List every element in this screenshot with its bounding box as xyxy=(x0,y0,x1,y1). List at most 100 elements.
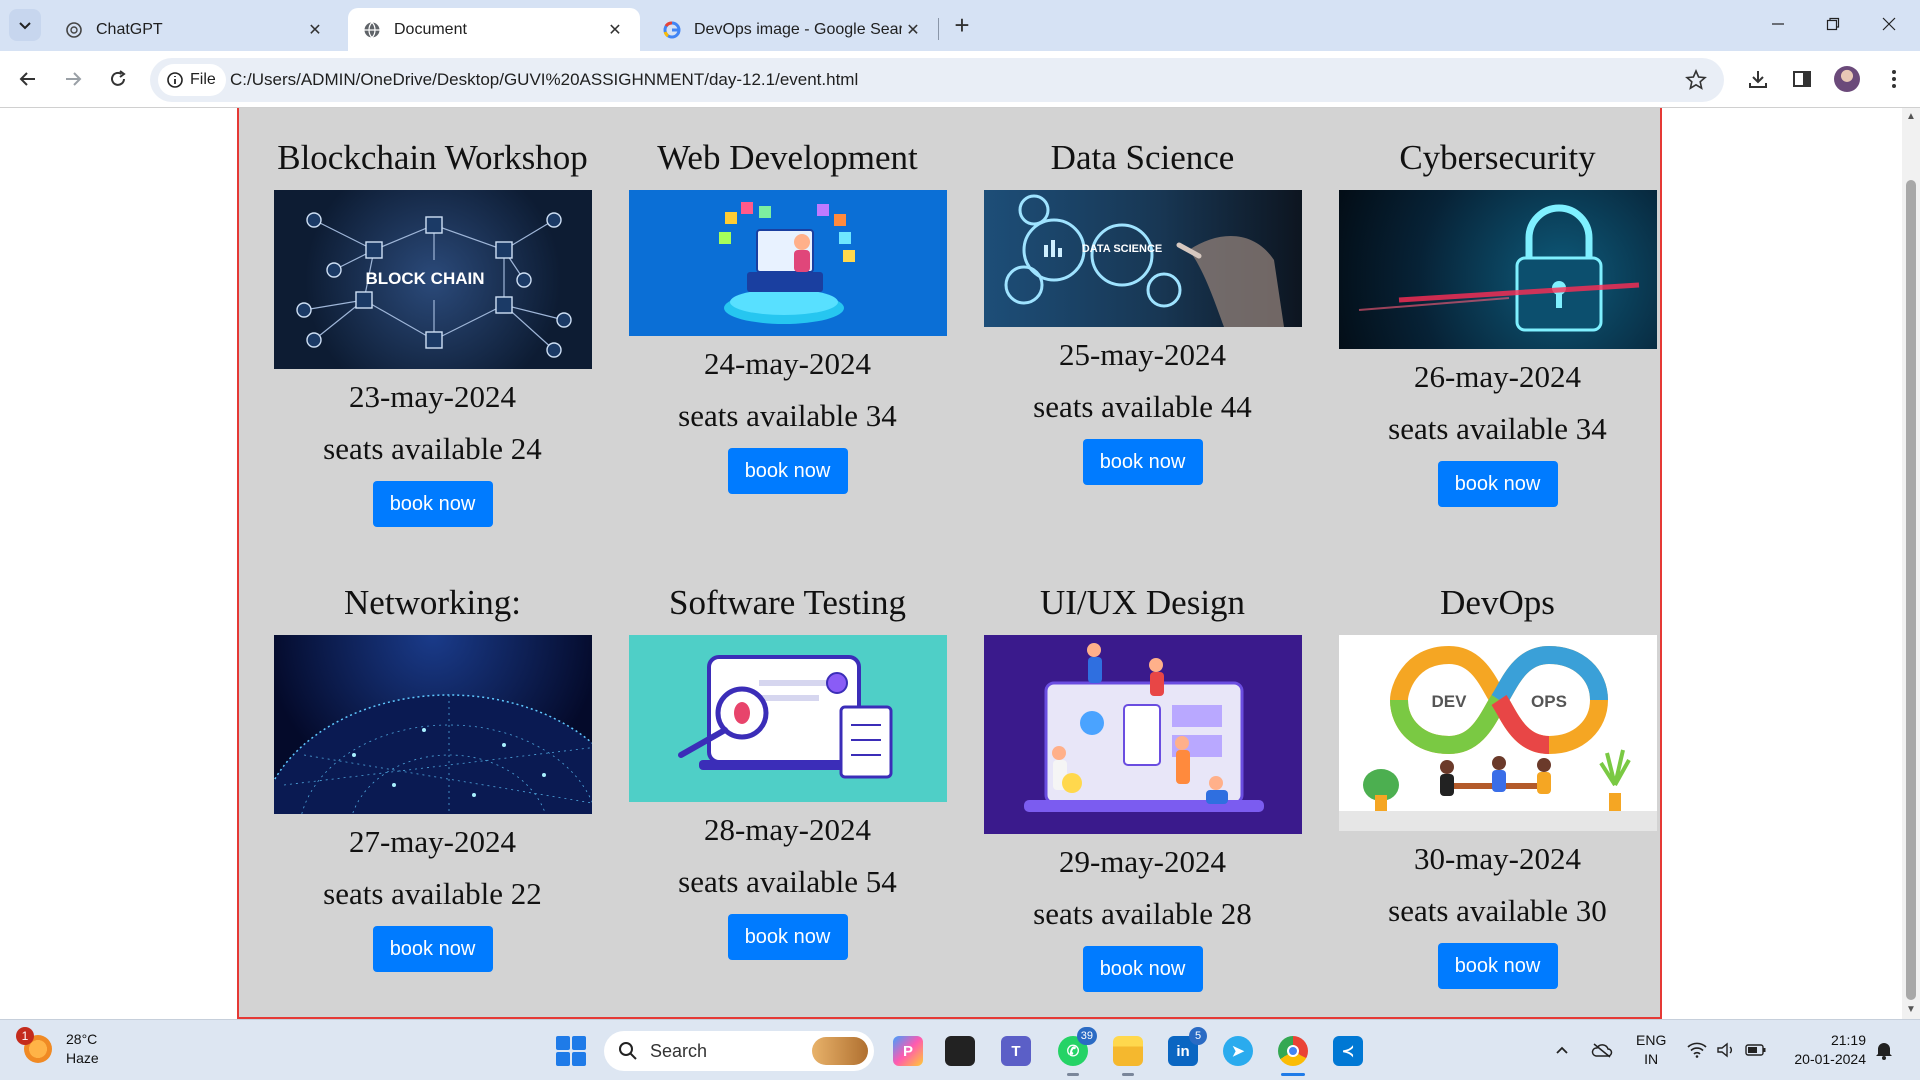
reload-button[interactable] xyxy=(100,61,136,97)
page-scrollbar[interactable]: ▲ ▼ xyxy=(1902,108,1920,1019)
book-now-button[interactable]: book now xyxy=(372,481,493,527)
windows-start-icon[interactable] xyxy=(556,1036,586,1066)
forward-button[interactable] xyxy=(55,61,91,97)
onedrive-icon[interactable] xyxy=(1590,1038,1614,1062)
chevron-down-icon xyxy=(19,22,31,30)
back-button[interactable] xyxy=(10,61,46,97)
tab-document[interactable]: Document ✕ xyxy=(348,8,640,51)
weather-description: Haze xyxy=(66,1050,99,1066)
event-seats: seats available 24 xyxy=(323,431,542,466)
restore-button[interactable] xyxy=(1810,6,1856,42)
tab-chatgpt[interactable]: ChatGPT ✕ xyxy=(50,8,340,51)
event-card: Cybersecurity 26-may-2024 seats availabl… xyxy=(1320,138,1675,507)
whatsapp-badge: 39 xyxy=(1076,1027,1097,1045)
close-icon[interactable]: ✕ xyxy=(304,19,326,41)
event-date: 29-may-2024 xyxy=(1058,844,1227,879)
cybersecurity-image xyxy=(1338,190,1657,349)
events-container: Blockchain Workshop BLOCK CHAIN 23-may-2… xyxy=(237,108,1662,1019)
browser-toolbar: File C:/Users/ADMIN/OneDrive/Desktop/GUV… xyxy=(0,51,1920,108)
site-info-chip[interactable]: File xyxy=(158,64,226,96)
event-title: UI/UX Design xyxy=(1039,583,1246,622)
event-seats: seats available 30 xyxy=(1388,893,1607,928)
tab-title: DevOps image - Google Search xyxy=(694,20,902,38)
side-panel-icon[interactable] xyxy=(1788,65,1816,93)
web-development-image xyxy=(628,190,947,336)
close-window-button[interactable] xyxy=(1866,6,1912,42)
task-view-icon[interactable] xyxy=(942,1033,978,1069)
book-now-button[interactable]: book now xyxy=(1082,946,1203,992)
event-date: 27-may-2024 xyxy=(348,824,517,859)
event-card: Networking: 27-may-2024 seats available … xyxy=(255,583,610,972)
tab-title: Document xyxy=(394,20,467,38)
image-label: OPS xyxy=(1531,692,1567,711)
url-text[interactable]: C:/Users/ADMIN/OneDrive/Desktop/GUVI%20A… xyxy=(230,70,858,90)
chrome-icon[interactable] xyxy=(1275,1033,1311,1076)
teams-icon[interactable]: T xyxy=(998,1033,1034,1069)
telegram-icon[interactable]: ➤ xyxy=(1220,1033,1256,1069)
whatsapp-icon[interactable]: ✆ 39 xyxy=(1055,1027,1097,1076)
ui-ux-design-image xyxy=(983,635,1302,834)
new-tab-button[interactable]: + xyxy=(947,10,977,40)
battery-icon[interactable] xyxy=(1744,1038,1768,1062)
notification-bell-icon[interactable] xyxy=(1872,1038,1896,1062)
copilot-icon[interactable]: P xyxy=(890,1033,926,1069)
book-now-button[interactable]: book now xyxy=(1437,943,1558,989)
volume-icon[interactable] xyxy=(1714,1038,1738,1062)
event-date: 30-may-2024 xyxy=(1413,841,1582,876)
minimize-button[interactable] xyxy=(1755,6,1801,42)
scroll-up-icon[interactable]: ▲ xyxy=(1906,112,1916,122)
devops-image: DEV OPS xyxy=(1338,635,1657,831)
close-icon[interactable]: ✕ xyxy=(902,19,924,41)
file-explorer-icon[interactable] xyxy=(1110,1033,1146,1076)
book-now-button[interactable]: book now xyxy=(1437,461,1558,507)
bookmark-star-icon[interactable] xyxy=(1684,68,1708,92)
language-primary: ENG xyxy=(1636,1032,1667,1048)
image-label: DATA SCIENCE xyxy=(1081,243,1161,255)
language-indicator[interactable]: ENG IN xyxy=(1636,1031,1666,1069)
clock-date: 20-01-2024 xyxy=(1794,1051,1866,1067)
close-icon[interactable]: ✕ xyxy=(604,19,626,41)
kebab-menu-icon[interactable] xyxy=(1880,65,1908,93)
wifi-icon[interactable] xyxy=(1685,1038,1709,1062)
search-label: Search xyxy=(650,1040,708,1061)
event-seats: seats available 34 xyxy=(1388,411,1607,446)
clock-time: 21:19 xyxy=(1830,1032,1866,1048)
address-bar[interactable]: File C:/Users/ADMIN/OneDrive/Desktop/GUV… xyxy=(150,58,1724,102)
chevron-up-icon[interactable] xyxy=(1550,1038,1574,1062)
blockchain-image: BLOCK CHAIN xyxy=(273,190,592,369)
event-card: DevOps DEV OPS 30-may-2024 seats availab… xyxy=(1320,583,1675,989)
scrollbar-thumb[interactable] xyxy=(1906,180,1916,1000)
profile-avatar[interactable] xyxy=(1834,66,1860,92)
book-now-button[interactable]: book now xyxy=(727,448,848,494)
weather-icon: 1 xyxy=(16,1027,52,1063)
taskbar-search[interactable]: Search xyxy=(604,1031,874,1071)
event-title: Software Testing xyxy=(668,583,906,622)
event-card: Data Science DATA SCIENCE 25-may-2024 se… xyxy=(965,138,1320,485)
event-date: 24-may-2024 xyxy=(703,346,872,381)
book-now-button[interactable]: book now xyxy=(1082,439,1203,485)
event-title: Cybersecurity xyxy=(1399,138,1596,177)
weather-temperature: 28°C xyxy=(66,1031,98,1047)
tab-search-button[interactable] xyxy=(9,9,41,41)
system-clock[interactable]: 21:19 20-01-2024 xyxy=(1780,1031,1866,1069)
event-seats: seats available 22 xyxy=(323,876,542,911)
data-science-image: DATA SCIENCE xyxy=(983,190,1302,327)
info-icon xyxy=(167,72,183,88)
event-title: Networking: xyxy=(344,583,521,622)
restore-icon xyxy=(1826,17,1840,31)
networking-image xyxy=(273,635,592,814)
image-label: DEV xyxy=(1431,692,1467,711)
tab-devops-search[interactable]: DevOps image - Google Search ✕ xyxy=(648,8,938,51)
event-date: 26-may-2024 xyxy=(1413,359,1582,394)
event-title: DevOps xyxy=(1440,583,1555,622)
weather-widget[interactable]: 1 28°C Haze xyxy=(16,1027,99,1068)
linkedin-badge: 5 xyxy=(1189,1027,1207,1045)
linkedin-icon[interactable]: in 5 xyxy=(1165,1027,1207,1069)
book-now-button[interactable]: book now xyxy=(372,926,493,972)
download-icon[interactable] xyxy=(1744,65,1772,93)
vscode-icon[interactable]: ≺ xyxy=(1330,1033,1366,1069)
chatgpt-icon xyxy=(64,20,84,40)
scroll-down-icon[interactable]: ▼ xyxy=(1906,1005,1916,1015)
book-now-button[interactable]: book now xyxy=(727,914,848,960)
event-date: 25-may-2024 xyxy=(1058,337,1227,372)
